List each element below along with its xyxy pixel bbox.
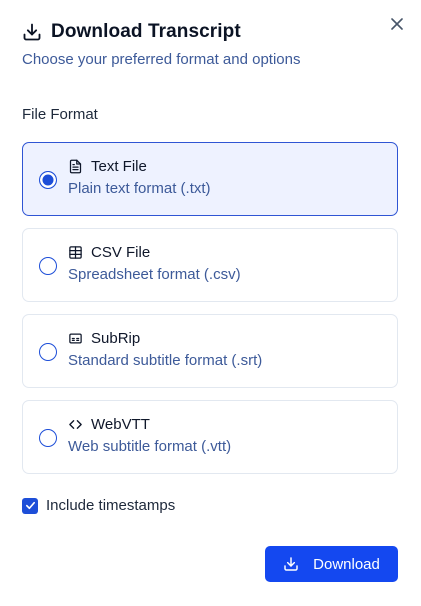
radio-csv[interactable] — [39, 257, 57, 275]
include-timestamps-label: Include timestamps — [46, 497, 176, 514]
close-button[interactable] — [387, 14, 407, 34]
download-icon — [22, 22, 42, 42]
radio-vtt[interactable] — [39, 429, 57, 447]
format-option-csv[interactable]: CSV File Spreadsheet format (.csv) — [22, 228, 398, 302]
format-option-title: Text File — [91, 158, 147, 175]
format-option-title: WebVTT — [91, 416, 150, 433]
captions-icon — [68, 331, 83, 346]
close-icon — [391, 18, 403, 30]
format-option-title: CSV File — [91, 244, 151, 261]
format-option-vtt[interactable]: WebVTT Web subtitle format (.vtt) — [22, 400, 398, 474]
code-icon — [68, 417, 83, 432]
format-option-srt[interactable]: SubRip Standard subtitle format (.srt) — [22, 314, 398, 388]
format-option-txt[interactable]: Text File Plain text format (.txt) — [22, 142, 398, 216]
download-button-label: Download — [313, 555, 380, 573]
format-option-description: Web subtitle format (.vtt) — [68, 438, 232, 455]
format-option-description: Plain text format (.txt) — [68, 180, 211, 197]
radio-srt[interactable] — [39, 343, 57, 361]
dialog-header: Download Transcript — [22, 21, 241, 43]
file-text-icon — [68, 159, 83, 174]
include-timestamps-checkbox[interactable] — [22, 497, 38, 514]
radio-txt[interactable] — [39, 171, 57, 189]
download-icon — [283, 556, 299, 572]
dialog-subtitle: Choose your preferred format and options — [22, 51, 301, 68]
download-button[interactable]: Download — [265, 546, 398, 582]
format-option-description: Spreadsheet format (.csv) — [68, 266, 241, 283]
table-icon — [68, 245, 83, 260]
include-timestamps-option[interactable]: Include timestamps — [22, 497, 175, 514]
file-format-label: File Format — [22, 106, 98, 123]
format-option-title: SubRip — [91, 330, 141, 347]
format-option-description: Standard subtitle format (.srt) — [68, 352, 263, 369]
check-icon — [25, 501, 35, 510]
download-transcript-dialog: Download Transcript Choose your preferre… — [0, 0, 421, 606]
dialog-title: Download Transcript — [51, 21, 241, 42]
